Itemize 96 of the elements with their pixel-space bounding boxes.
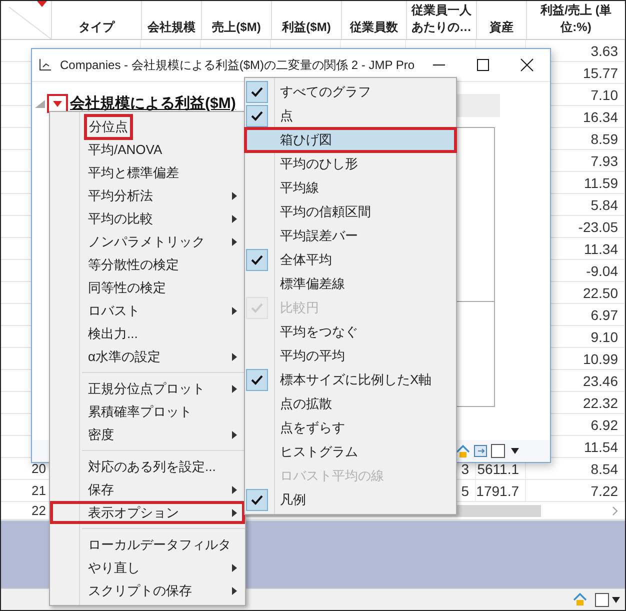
submenu-arrow-icon bbox=[232, 192, 237, 200]
table-cell: 8.54 bbox=[590, 460, 618, 476]
column-header[interactable]: 利益/売上 (単位:%) bbox=[527, 1, 625, 39]
table-cell: 3 bbox=[461, 460, 469, 476]
submenu-arrow-icon bbox=[232, 352, 237, 360]
table-cell: 7.22 bbox=[590, 482, 618, 498]
table-cell: 11.54 bbox=[584, 438, 618, 454]
table-cell: 5 bbox=[461, 482, 469, 498]
menu-item[interactable]: ノンパラメトリック bbox=[50, 230, 245, 253]
menu-item[interactable]: 検出力... bbox=[50, 322, 245, 345]
menu-item[interactable]: 密度 bbox=[50, 423, 245, 446]
menu-item[interactable]: やり直し bbox=[50, 556, 245, 579]
table-cell: 23.46 bbox=[582, 372, 618, 388]
table-cell: 7.10 bbox=[590, 86, 618, 102]
submenu-arrow-icon bbox=[232, 508, 237, 516]
column-header[interactable]: タイプ bbox=[52, 1, 142, 39]
menu-item[interactable]: ローカルデータフィルタ bbox=[50, 533, 245, 556]
menu-item[interactable]: ロバスト bbox=[50, 299, 245, 322]
menu-item[interactable]: 対応のある列を設定... bbox=[50, 455, 245, 478]
home-icon[interactable] bbox=[573, 593, 587, 606]
menu-item[interactable]: 分位点 bbox=[50, 115, 245, 138]
column-header[interactable]: 売上($M) bbox=[202, 1, 272, 39]
table-cell: 22.32 bbox=[582, 394, 618, 410]
menu-item[interactable]: 平均誤差バー bbox=[245, 224, 456, 248]
column-header[interactable]: 従業員数 bbox=[342, 1, 407, 39]
menu-item[interactable]: ヒストグラム bbox=[245, 440, 456, 464]
menu-item[interactable]: 平均の比較 bbox=[50, 207, 245, 230]
submenu-arrow-icon bbox=[232, 306, 237, 314]
table-cell: 5611.1 bbox=[477, 460, 519, 476]
row-number: 22 bbox=[32, 503, 46, 518]
menu-item[interactable]: 平均と標準偏差 bbox=[50, 161, 245, 184]
table-cell: 16.34 bbox=[582, 108, 618, 124]
column-header[interactable]: 従業員一人あたりの… bbox=[407, 1, 477, 39]
row-number: 20 bbox=[32, 461, 46, 476]
menu-item[interactable]: 等分散性の検定 bbox=[50, 253, 245, 276]
submenu-arrow-icon bbox=[232, 238, 237, 246]
submenu-arrow-icon bbox=[232, 430, 237, 438]
submenu-arrow-icon bbox=[232, 384, 237, 392]
scroll-right-icon[interactable] bbox=[611, 506, 619, 516]
table-cell: 22.50 bbox=[582, 284, 618, 300]
submenu-arrow-icon bbox=[232, 564, 237, 572]
menu-item[interactable]: 点をずらす bbox=[245, 416, 456, 440]
menu-item[interactable]: 箱ひげ図 bbox=[245, 128, 456, 152]
menu-item[interactable]: 同等性の検定 bbox=[50, 276, 245, 299]
menu-item[interactable]: 正規分位点プロット bbox=[50, 377, 245, 400]
menu-item[interactable]: 表示オプション bbox=[50, 501, 245, 524]
caret-icon[interactable] bbox=[53, 100, 62, 106]
table-cell: 15.77 bbox=[582, 64, 618, 80]
table-cell: 8.59 bbox=[590, 130, 618, 146]
menu-item[interactable]: 平均分析法 bbox=[50, 184, 245, 207]
maximize-icon[interactable] bbox=[476, 58, 490, 72]
submenu-arrow-icon bbox=[232, 214, 237, 222]
table-cell: 11.34 bbox=[584, 240, 618, 256]
window-title: Companies - 会社規模による利益($M)の二変量の関係 2 - JMP Pro bbox=[60, 56, 414, 74]
table-cell: 11.59 bbox=[584, 174, 618, 190]
menu-item[interactable]: α水準の設定 bbox=[50, 345, 245, 368]
table-cell: -9.04 bbox=[586, 262, 618, 278]
menu-item[interactable]: 凡例 bbox=[245, 488, 456, 512]
export-icon[interactable] bbox=[474, 445, 487, 457]
report-heading: 会社規模による利益($M) bbox=[70, 94, 236, 113]
menu-item[interactable]: スクリプトの保存 bbox=[50, 579, 245, 602]
color-dropdown-icon[interactable] bbox=[491, 444, 521, 458]
menu-item[interactable]: すべてのグラフ bbox=[245, 80, 456, 104]
submenu-arrow-icon bbox=[232, 486, 237, 494]
close-icon[interactable] bbox=[520, 58, 534, 72]
column-header[interactable]: 資産 bbox=[477, 1, 527, 39]
menu-item[interactable]: 累積確率プロット bbox=[50, 400, 245, 423]
row-number: 21 bbox=[32, 483, 46, 498]
menu-item[interactable]: 標準偏差線 bbox=[245, 272, 456, 296]
table-cell: 10.99 bbox=[582, 350, 618, 366]
table-cell: -23.05 bbox=[578, 218, 618, 234]
column-header[interactable]: 利益($M) bbox=[272, 1, 342, 39]
submenu-arrow-icon bbox=[232, 586, 237, 594]
menu-item[interactable]: 全体平均 bbox=[245, 248, 456, 272]
menu-item[interactable]: 平均/ANOVA bbox=[50, 138, 245, 161]
menu-item[interactable]: 平均線 bbox=[245, 176, 456, 200]
menu-item[interactable]: 保存 bbox=[50, 478, 245, 501]
menu-item[interactable]: 平均のひし形 bbox=[245, 152, 456, 176]
caret-icon[interactable] bbox=[37, 1, 47, 7]
menu-item[interactable]: 標本サイズに比例したX軸 bbox=[245, 368, 456, 392]
table-cell: 1791.7 bbox=[476, 482, 519, 498]
table-cell: 5.84 bbox=[590, 196, 618, 212]
menu-item[interactable]: 平均の信頼区間 bbox=[245, 200, 456, 224]
menu-item[interactable]: 点 bbox=[245, 104, 456, 128]
menu-item[interactable]: 点の拡散 bbox=[245, 392, 456, 416]
table-cell: 9.10 bbox=[590, 328, 618, 344]
color-dropdown-icon[interactable] bbox=[595, 592, 621, 606]
chart-icon bbox=[38, 58, 52, 72]
menu-item[interactable]: 平均の平均 bbox=[245, 344, 456, 368]
table-cell: 7.93 bbox=[590, 152, 618, 168]
column-header[interactable]: 会社規模 bbox=[142, 1, 202, 39]
table-cell: 6.92 bbox=[590, 416, 618, 432]
home-icon[interactable] bbox=[456, 444, 470, 458]
menu-item[interactable]: 平均をつなぐ bbox=[245, 320, 456, 344]
table-cell: 3.63 bbox=[590, 42, 618, 58]
table-cell: 6.97 bbox=[590, 306, 618, 322]
